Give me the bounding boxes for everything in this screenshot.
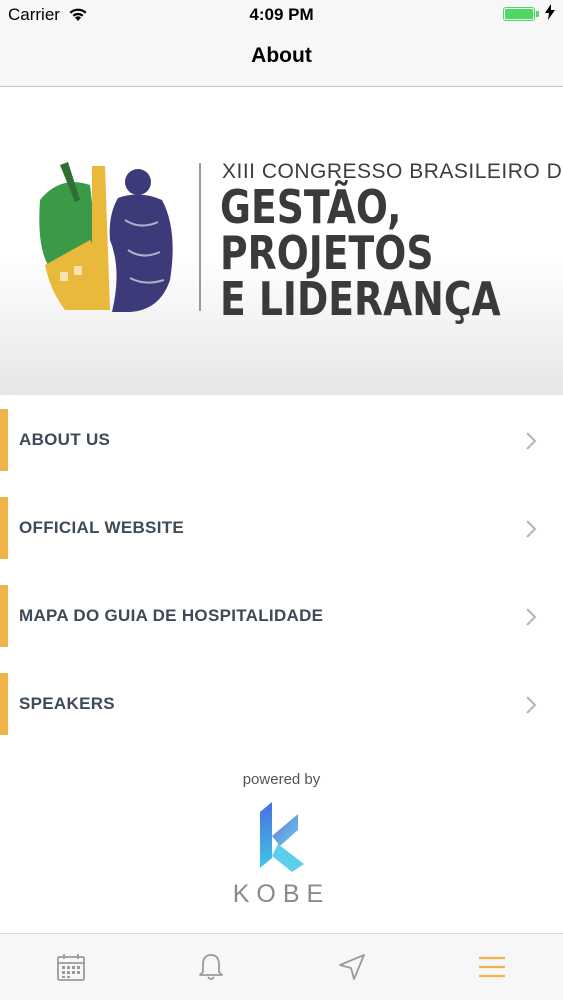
banner-title-line-3: E LIDERANÇA <box>220 272 501 326</box>
menu-item-mapa-guia-hospitalidade[interactable]: MAPA DO GUIA DE HOSPITALIDADE <box>0 585 563 647</box>
powered-by-label: powered by <box>242 771 321 788</box>
location-arrow-icon <box>339 954 365 980</box>
menu-item-accent <box>0 497 8 559</box>
tab-calendar[interactable] <box>56 952 86 982</box>
navigation-bar: About <box>0 30 563 87</box>
chevron-right-icon <box>525 431 537 456</box>
menu-item-official-website[interactable]: OFFICIAL WEBSITE <box>0 497 563 559</box>
charging-icon <box>545 4 555 25</box>
battery-tip <box>536 11 539 17</box>
tab-bar <box>0 933 563 1000</box>
kobe-brand-text: KOBE <box>232 880 331 908</box>
bell-icon <box>199 954 223 980</box>
chevron-right-icon <box>525 695 537 720</box>
menu-item-label: SPEAKERS <box>19 694 115 713</box>
tab-menu[interactable] <box>477 952 507 982</box>
congress-logo <box>30 160 185 320</box>
page-title: About <box>251 44 312 67</box>
tab-location[interactable] <box>337 952 367 982</box>
menu-item-accent <box>0 673 8 735</box>
menu-item-label: ABOUT US <box>19 430 111 449</box>
banner-title-line-1: GESTÃO, <box>220 180 402 234</box>
chevron-right-icon <box>525 607 537 632</box>
menu-item-accent <box>0 585 8 647</box>
calendar-icon <box>57 954 85 981</box>
kobe-logo-icon <box>258 802 306 879</box>
status-time: 4:09 PM <box>249 5 314 24</box>
menu-item-accent <box>0 409 8 471</box>
battery-icon <box>503 7 535 21</box>
banner-title-line-2: PROJETOS <box>220 226 434 280</box>
banner-divider <box>199 163 201 311</box>
tab-notifications[interactable] <box>196 952 226 982</box>
status-bar: Carrier 4:09 PM <box>0 0 563 30</box>
menu-item-label: OFFICIAL WEBSITE <box>19 518 185 537</box>
menu-icon <box>479 956 505 978</box>
menu-item-label: MAPA DO GUIA DE HOSPITALIDADE <box>19 606 324 625</box>
menu-item-speakers[interactable]: SPEAKERS <box>0 673 563 735</box>
chevron-right-icon <box>525 519 537 544</box>
menu-item-about-us[interactable]: ABOUT US <box>0 409 563 471</box>
